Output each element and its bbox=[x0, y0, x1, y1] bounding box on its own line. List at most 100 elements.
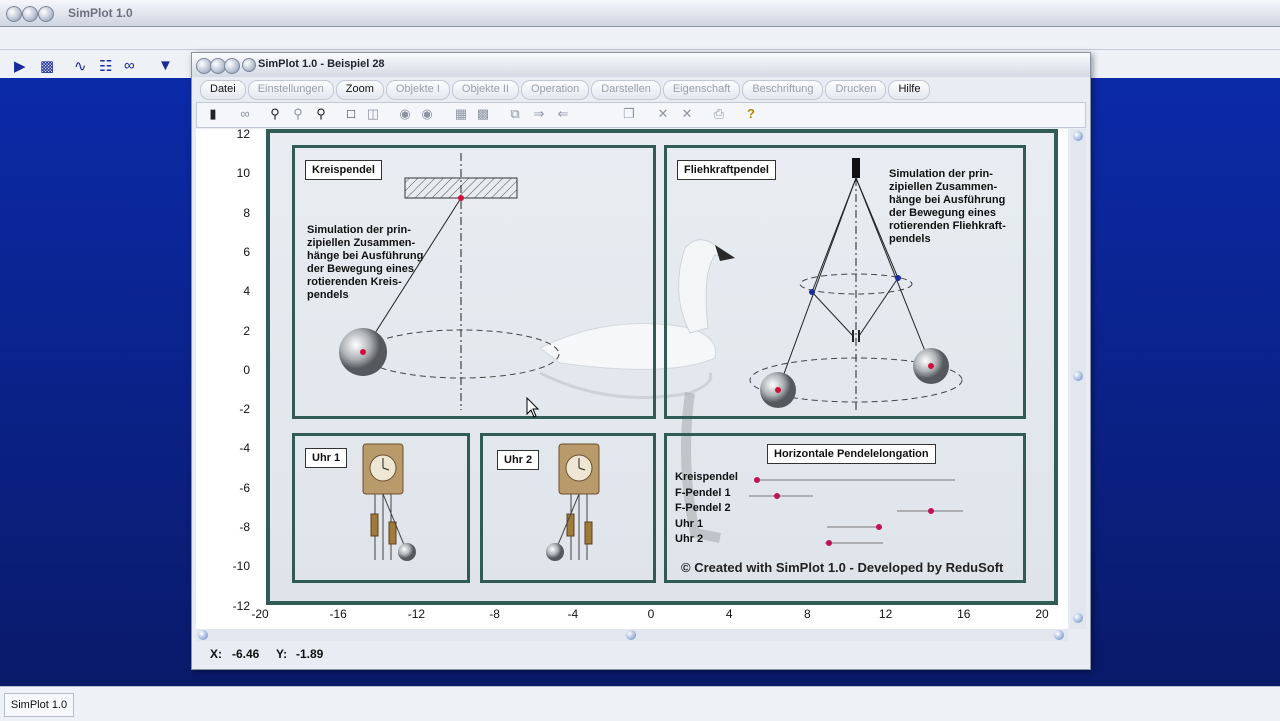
maximize-orb-icon[interactable] bbox=[38, 6, 54, 22]
menu-objekte-2[interactable]: Objekte II bbox=[451, 80, 519, 100]
uhr-2-label: Uhr 2 bbox=[497, 450, 540, 470]
y-tick-label: 0 bbox=[243, 362, 250, 377]
x-tick-label: 8 bbox=[804, 607, 811, 621]
x-coordinate-label: X: bbox=[210, 647, 222, 661]
outer-menubar bbox=[0, 27, 1280, 50]
y-tick-label: 12 bbox=[236, 127, 250, 141]
printer-icon[interactable]: ⎙ bbox=[711, 106, 727, 122]
x-tick-label: 20 bbox=[1035, 607, 1049, 621]
panel-kreispendel: Kreispendel Simulation der prin- zipiell… bbox=[292, 145, 656, 419]
wall-clock-1-icon bbox=[362, 443, 416, 561]
menu-objekte-1[interactable]: Objekte I bbox=[385, 80, 450, 100]
y-coordinate-value: -1.89 bbox=[296, 647, 324, 661]
phone-icon[interactable]: ▮ bbox=[205, 106, 221, 122]
x-tick-label: 12 bbox=[878, 607, 893, 621]
cross-icon[interactable]: ✕ bbox=[655, 106, 671, 122]
menu-darstellen[interactable]: Darstellen bbox=[591, 80, 661, 100]
line-chart-icon[interactable]: ∿ bbox=[74, 57, 87, 75]
loop-chart-icon[interactable]: ∞ bbox=[124, 57, 135, 74]
table-icon[interactable]: ▦ bbox=[453, 106, 469, 122]
grid-icon[interactable]: ▩ bbox=[475, 106, 491, 122]
arrow-right-icon[interactable]: ⇒ bbox=[531, 106, 547, 122]
outer-window-title: SimPlot 1.0 bbox=[68, 6, 133, 20]
status-bar: X: -6.46 Y: -1.89 bbox=[196, 645, 1084, 663]
window-title: SimPlot 1.0 - Beispiel 28 bbox=[258, 58, 385, 70]
x-tick-label: -12 bbox=[407, 607, 426, 621]
y-tick-label: 8 bbox=[243, 205, 250, 220]
elongation-bars bbox=[749, 477, 963, 546]
x-tick-label: 4 bbox=[725, 607, 733, 621]
scroll-left-button[interactable] bbox=[198, 630, 208, 640]
y-tick-label: -6 bbox=[239, 480, 250, 495]
scroll-down-button[interactable] bbox=[1073, 613, 1083, 623]
document-window: SimPlot 1.0 - Beispiel 28 Datei Einstell… bbox=[191, 52, 1091, 670]
taskbar: SimPlot 1.0 bbox=[0, 686, 1280, 721]
kreispendel-drawing bbox=[339, 153, 560, 410]
link-icon[interactable]: ∞ bbox=[237, 106, 253, 122]
taskbar-item-simplot[interactable]: SimPlot 1.0 bbox=[4, 693, 74, 717]
zoom-icon[interactable]: ⚲ bbox=[290, 106, 306, 122]
target-icon[interactable]: ◉ bbox=[397, 106, 413, 122]
menu-hilfe[interactable]: Hilfe bbox=[888, 80, 931, 100]
uhr-1-label: Uhr 1 bbox=[305, 448, 348, 468]
y-tick-label: 2 bbox=[243, 323, 250, 338]
vertical-scroll-thumb[interactable] bbox=[1073, 371, 1083, 381]
y-tick-label: 10 bbox=[236, 166, 250, 181]
x-tick-label: -4 bbox=[567, 607, 579, 621]
y-tick-label: -10 bbox=[232, 559, 250, 574]
scroll-up-button[interactable] bbox=[1073, 131, 1083, 141]
menu-einstellungen[interactable]: Einstellungen bbox=[247, 80, 334, 100]
x-tick-label: 0 bbox=[647, 607, 655, 621]
close-orb-icon[interactable] bbox=[6, 6, 22, 22]
panel-fliehkraftpendel: Fliehkraftpendel Simulation der prin- zi… bbox=[664, 145, 1026, 419]
minimize-orb-icon[interactable] bbox=[22, 6, 38, 22]
scatter-chart-icon[interactable]: ☷ bbox=[99, 57, 112, 75]
panel-uhr-1: Uhr 1 bbox=[292, 433, 470, 583]
bar-chart-icon[interactable]: ▩ bbox=[40, 57, 54, 75]
menu-drucken[interactable]: Drucken bbox=[825, 80, 887, 100]
window-titlebar[interactable]: SimPlot 1.0 - Beispiel 28 bbox=[192, 53, 1090, 77]
horizontal-scroll-thumb[interactable] bbox=[626, 630, 636, 640]
x-tick-label: -20 bbox=[251, 607, 269, 621]
plot-area[interactable]: 12 10 8 6 4 2 0 -2 -4 -6 -8 -10 -12 -20 -16 -12 -8 -4 0 4 8… bbox=[196, 127, 1068, 629]
simulation-scene: Kreispendel Simulation der prin- zipiell… bbox=[266, 129, 1058, 605]
x-coordinate-value: -6.46 bbox=[232, 647, 260, 661]
window-menu-orb-icon[interactable] bbox=[242, 58, 256, 72]
menu-eigenschaft[interactable]: Eigenschaft bbox=[662, 80, 741, 100]
filter-icon[interactable]: ▼ bbox=[158, 57, 173, 74]
y-tick-label: 6 bbox=[243, 244, 250, 259]
vertical-scrollbar[interactable] bbox=[1070, 129, 1086, 629]
x-tick-label: -16 bbox=[329, 607, 347, 621]
help-icon[interactable]: ? bbox=[743, 106, 759, 122]
x-tick-label: -8 bbox=[489, 607, 500, 621]
panel-uhr-2: Uhr 2 bbox=[480, 433, 656, 583]
menu-datei[interactable]: Datei bbox=[200, 80, 246, 100]
outer-titlebar: SimPlot 1.0 bbox=[0, 0, 1280, 27]
pages-icon[interactable]: ❐ bbox=[621, 106, 637, 122]
arrow-left-icon[interactable]: ⇐ bbox=[555, 106, 571, 122]
scroll-right-button[interactable] bbox=[1054, 630, 1064, 640]
menu-operation[interactable]: Operation bbox=[520, 80, 590, 100]
menubar: Datei Einstellungen Zoom Objekte I Objek… bbox=[200, 80, 931, 100]
columns-icon[interactable]: ◫ bbox=[365, 106, 381, 122]
wall-clock-2-icon bbox=[546, 443, 600, 561]
zoom-out-icon[interactable]: ⚲ bbox=[267, 106, 283, 122]
y-tick-label: -4 bbox=[239, 441, 250, 456]
target2-icon[interactable]: ◉ bbox=[419, 106, 435, 122]
menu-zoom[interactable]: Zoom bbox=[335, 80, 384, 100]
copy-icon[interactable]: ⧉ bbox=[507, 106, 523, 122]
play-icon[interactable]: ▶ bbox=[14, 57, 26, 75]
credit-text: © Created with SimPlot 1.0 - Developed b… bbox=[681, 560, 1004, 575]
menu-beschriftung[interactable]: Beschriftung bbox=[742, 80, 824, 100]
panel-pendelelongation: Horizontale Pendelelongation Kreispendel… bbox=[664, 433, 1026, 583]
rectangle-icon[interactable]: □ bbox=[343, 106, 359, 122]
horizontal-scrollbar[interactable] bbox=[196, 629, 1068, 641]
x-tick-label: 16 bbox=[957, 607, 971, 621]
mouse-cursor-icon bbox=[526, 397, 540, 418]
cross2-icon[interactable]: ✕ bbox=[679, 106, 695, 122]
zoom-in-icon[interactable]: ⚲ bbox=[313, 106, 329, 122]
y-coordinate-label: Y: bbox=[276, 647, 288, 661]
y-tick-label: -8 bbox=[239, 520, 250, 534]
maximize-orb-icon[interactable] bbox=[224, 58, 240, 74]
fliehkraftpendel-drawing bbox=[749, 158, 963, 410]
